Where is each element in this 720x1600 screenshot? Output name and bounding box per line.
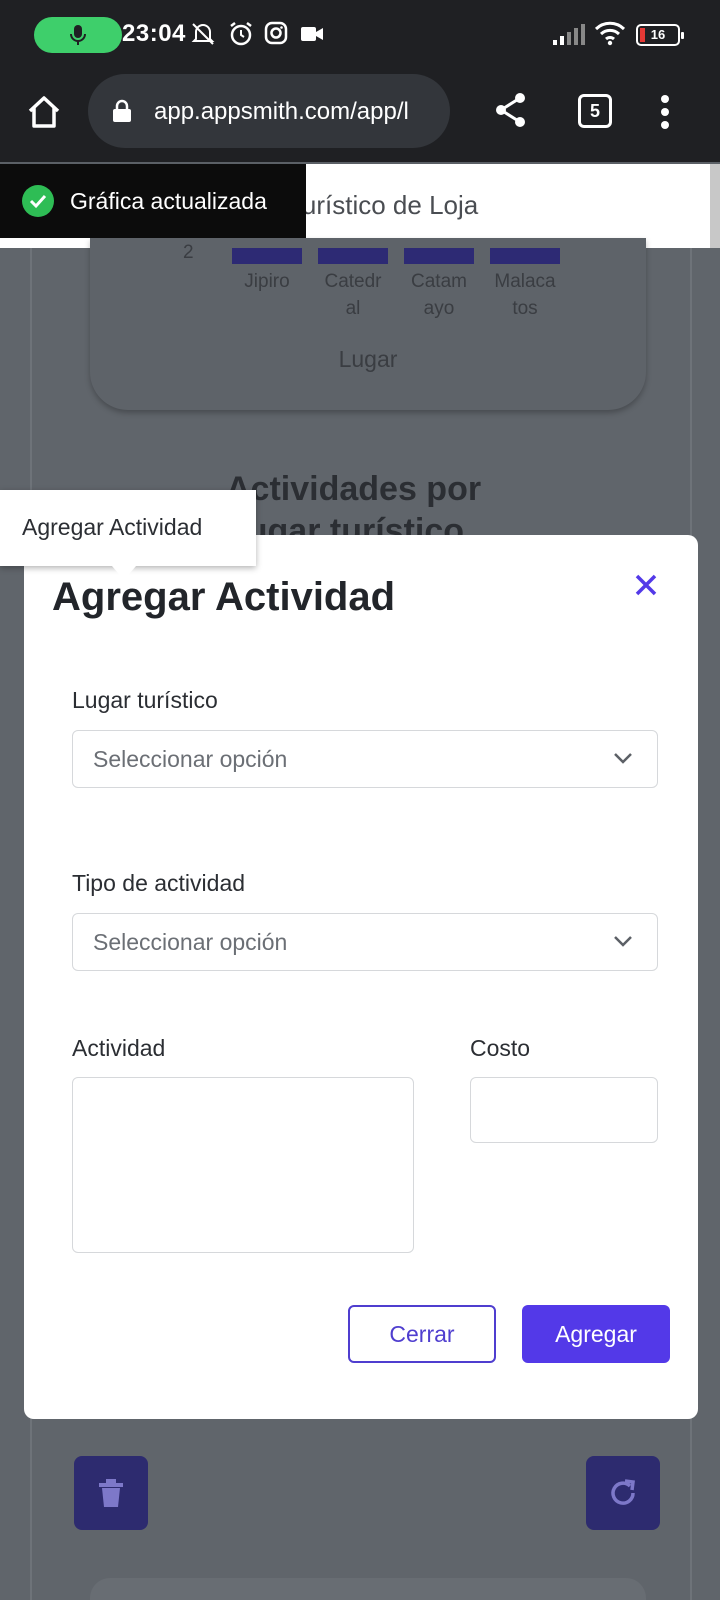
lugar-select[interactable]: Seleccionar opción (72, 730, 658, 788)
chart-bar (404, 248, 474, 264)
x-tick-label: Catedr al (324, 271, 382, 319)
x-tick-label: Malaca tos (494, 271, 556, 319)
list-card (90, 1578, 646, 1600)
success-toast: Gráfica actualizada (0, 164, 306, 238)
mic-icon (70, 25, 86, 45)
delete-button[interactable] (74, 1456, 148, 1530)
toast-message: Gráfica actualizada (70, 188, 267, 214)
page-scrollbar[interactable] (710, 164, 720, 248)
address-bar[interactable]: app.appsmith.com/app/l (88, 74, 450, 148)
tipo-placeholder: Seleccionar opción (93, 929, 288, 955)
tooltip-text: Agregar Actividad (22, 514, 203, 540)
tooltip: Agregar Actividad (0, 490, 256, 580)
close-icon[interactable] (632, 571, 660, 599)
tab-switcher-button[interactable]: 5 (578, 94, 612, 128)
more-menu-icon[interactable] (660, 94, 670, 130)
wifi-icon (594, 21, 626, 46)
costo-input[interactable] (470, 1077, 658, 1143)
chevron-down-icon (614, 753, 632, 764)
x-tick-label: Jipiro (244, 271, 290, 292)
costo-label: Costo (470, 1035, 531, 1061)
battery-icon: 16 (636, 24, 684, 46)
tipo-select[interactable]: Seleccionar opción (72, 913, 658, 971)
share-icon[interactable] (494, 92, 528, 128)
clock: 23:04 (122, 20, 186, 47)
actividad-label: Actividad (72, 1035, 166, 1061)
x-axis-label: Lugar (338, 346, 398, 372)
status-bar: 23:04 16 (0, 0, 720, 72)
modal-title: Agregar Actividad (52, 575, 396, 619)
cerrar-button[interactable]: Cerrar (348, 1305, 496, 1363)
x-tick-label: Catam ayo (411, 271, 467, 319)
video-icon (301, 27, 323, 41)
home-icon[interactable] (24, 92, 64, 132)
instagram-icon (264, 21, 288, 45)
lugar-label: Lugar turístico (72, 687, 218, 713)
refresh-icon (611, 1479, 635, 1505)
chart-bar (490, 248, 560, 264)
tooltip-arrow (112, 566, 136, 580)
mic-indicator (34, 17, 122, 53)
refresh-button[interactable] (586, 1456, 660, 1530)
chart-bar (318, 248, 388, 264)
check-circle-icon (22, 185, 54, 217)
chart-card: 2 Jipiro Catedr al Catam ayo Malaca tos … (90, 238, 646, 410)
lugar-placeholder: Seleccionar opción (93, 746, 288, 772)
agregar-button[interactable]: Agregar (522, 1305, 670, 1363)
add-activity-modal: Agregar Actividad Lugar turístico Selecc… (24, 535, 698, 1419)
bell-off-icon (191, 23, 215, 45)
actividad-textarea[interactable] (72, 1077, 414, 1253)
tipo-label: Tipo de actividad (72, 870, 246, 896)
lock-icon (113, 99, 131, 122)
chevron-down-icon (614, 936, 632, 947)
alarm-icon (230, 22, 252, 46)
trash-icon (99, 1479, 123, 1507)
y-tick-label: 2 (183, 242, 194, 263)
signal-icon (553, 24, 585, 45)
browser-toolbar: app.appsmith.com/app/l 5 (0, 72, 720, 162)
url-text: app.appsmith.com/app/l (154, 98, 409, 125)
chart-bar (232, 248, 302, 264)
